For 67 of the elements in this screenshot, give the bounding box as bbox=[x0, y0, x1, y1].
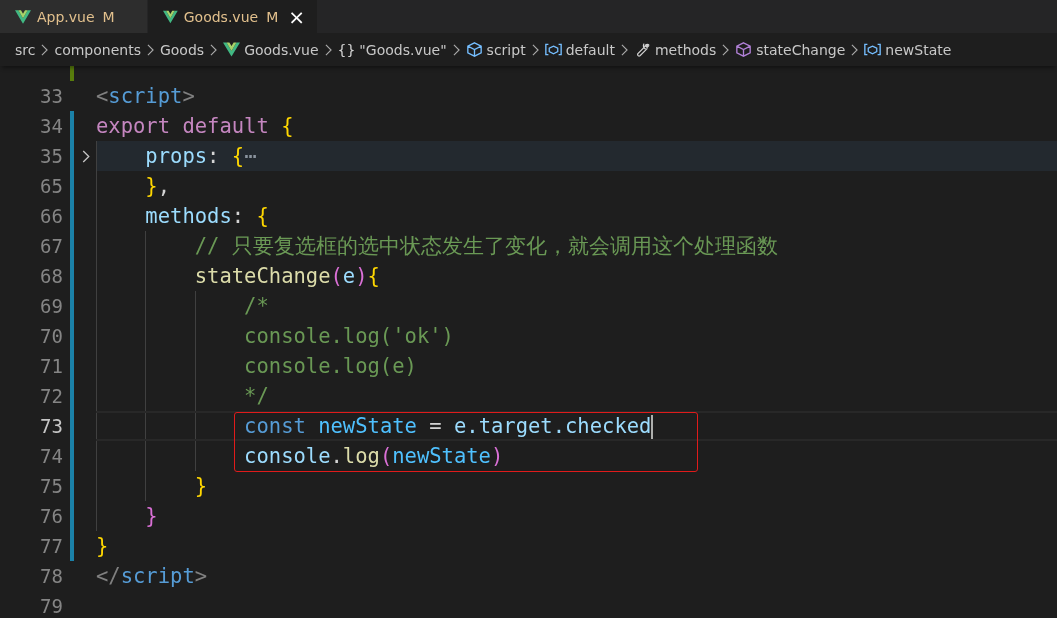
chevron-icon bbox=[531, 43, 539, 56]
vue-logo-icon bbox=[163, 9, 178, 24]
chevron-icon bbox=[851, 43, 859, 56]
cube-icon bbox=[735, 42, 753, 57]
breadcrumb-item[interactable]: methods bbox=[633, 41, 717, 58]
line-number: 72 bbox=[40, 385, 63, 407]
line-number: 69 bbox=[40, 295, 63, 317]
breadcrumb-item[interactable]: src bbox=[15, 41, 36, 58]
chevron-icon bbox=[210, 43, 218, 56]
line-number: 70 bbox=[40, 325, 63, 347]
code-line: console.log(newState) bbox=[243, 444, 504, 468]
code-line: // 只要复选框的选中状态发生了变化，就会调用这个处理函数 bbox=[193, 234, 778, 258]
code-line: const newState = e.target.checked bbox=[243, 414, 652, 438]
code-line: console.log(e) bbox=[243, 354, 417, 378]
breadcrumb-item[interactable]: {} "Goods.vue" bbox=[337, 41, 447, 58]
variable-icon bbox=[864, 42, 882, 57]
line-number: 34 bbox=[40, 115, 63, 137]
line-number: 76 bbox=[40, 505, 63, 527]
breadcrumb-item[interactable]: Goods.vue bbox=[223, 41, 319, 58]
breadcrumb-item[interactable]: newState bbox=[864, 41, 952, 58]
code-line: } bbox=[193, 474, 208, 498]
chevron-icon bbox=[41, 43, 49, 56]
braces-icon: {} bbox=[337, 41, 356, 58]
close-icon[interactable]: × bbox=[288, 6, 305, 27]
breadcrumb-item[interactable]: components bbox=[54, 41, 141, 58]
breadcrumb-item[interactable]: stateChange bbox=[735, 41, 846, 58]
line-number: 74 bbox=[40, 445, 63, 467]
code-line: } bbox=[144, 504, 158, 528]
breadcrumb-item[interactable]: Goods bbox=[159, 41, 205, 58]
chevron-icon bbox=[620, 43, 628, 56]
code-line: */ bbox=[243, 384, 269, 408]
code-line: props: {⋯ bbox=[144, 144, 257, 168]
code-line: <script> bbox=[96, 84, 195, 108]
line-number: 77 bbox=[40, 535, 63, 557]
line-number: 65 bbox=[40, 175, 63, 197]
breadcrumb-item[interactable]: script bbox=[465, 41, 526, 58]
code-line: console.log('ok') bbox=[243, 324, 454, 348]
line-number: 33 bbox=[40, 85, 63, 107]
line-number: 73 bbox=[40, 415, 63, 437]
line-number: 67 bbox=[40, 235, 63, 257]
code-line: methods: { bbox=[144, 204, 269, 228]
chevron-icon bbox=[146, 43, 154, 56]
line-number: 35 bbox=[40, 145, 63, 167]
line-number: 71 bbox=[40, 355, 63, 377]
text-cursor bbox=[651, 415, 654, 439]
cube-icon bbox=[465, 42, 483, 57]
vue-logo-icon bbox=[223, 42, 241, 57]
editor-tab[interactable]: App.vue M bbox=[0, 0, 148, 33]
vue-logo-icon bbox=[15, 9, 31, 24]
line-number: 78 bbox=[40, 565, 63, 587]
chevron-icon bbox=[452, 43, 460, 56]
variable-icon bbox=[544, 42, 562, 57]
line-number: 68 bbox=[40, 265, 63, 287]
chevron-icon bbox=[324, 43, 332, 56]
fold-chevron-icon[interactable] bbox=[82, 149, 90, 163]
chevron-icon bbox=[722, 43, 730, 56]
code-line: stateChange(e){ bbox=[193, 264, 380, 288]
code-line: } bbox=[96, 534, 109, 558]
editor-tab[interactable]: Goods.vue M × bbox=[148, 0, 318, 33]
line-number: 66 bbox=[40, 205, 63, 227]
code-line: export default { bbox=[96, 114, 294, 138]
code-line: }, bbox=[144, 174, 171, 198]
code-line: /* bbox=[243, 294, 269, 318]
line-number: 75 bbox=[40, 475, 63, 497]
line-number: 79 bbox=[40, 595, 63, 617]
breadcrumb-item[interactable]: default bbox=[544, 41, 615, 58]
code-line: </script> bbox=[96, 564, 208, 588]
